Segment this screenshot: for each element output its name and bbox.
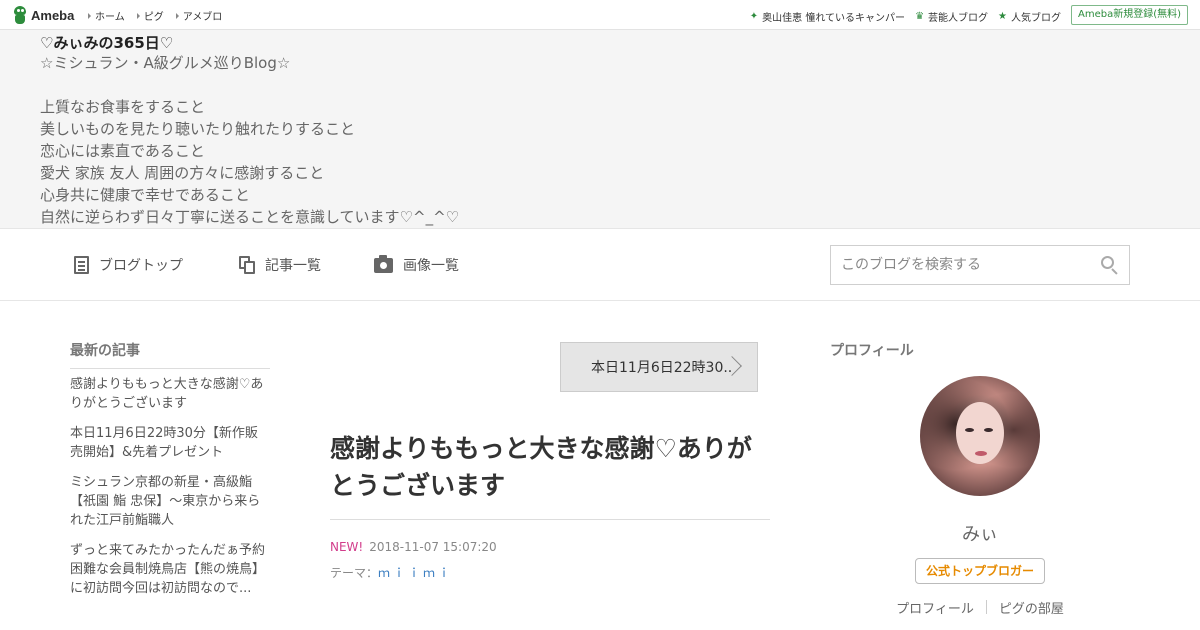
star-icon: ★	[998, 11, 1007, 22]
recent-entry-link[interactable]: 本日11月6日22時30分【新作販売開始】&先着プレゼント	[70, 424, 270, 462]
ameba-logo-text: Ameba	[31, 7, 75, 23]
entry-title[interactable]: 感謝よりももっと大きな感謝♡ありがとうございます	[330, 430, 770, 504]
nav-ameblo-link[interactable]: アメブロ	[175, 8, 223, 23]
nav-entry-list[interactable]: 記事一覧	[239, 255, 321, 275]
nav-image-list[interactable]: 画像一覧	[374, 254, 459, 275]
triangle-right-icon	[175, 12, 179, 19]
blog-header: ♡みぃみの365日♡ ☆ミシュラン・A級グルメ巡りBlog☆ 上質なお食事をする…	[0, 30, 1200, 228]
triangle-right-icon	[136, 12, 140, 19]
crown-icon: ♛	[915, 11, 925, 22]
featured-link-popular-blog[interactable]: ★ 人気ブログ	[998, 9, 1061, 24]
entry-theme-prefix: テーマ：	[330, 566, 379, 580]
featured-links: ✦ 奥山佳恵 憧れているキャンパー ♛ 芸能人ブログ ★ 人気ブログ	[750, 9, 1061, 24]
nav-entry-list-label: 記事一覧	[265, 258, 321, 274]
profile-links: プロフィール ピグの部屋	[830, 598, 1130, 617]
blog-search	[830, 245, 1130, 285]
ameba-mascot-icon	[12, 6, 28, 24]
entry-theme-link[interactable]: ｍｉｉｍｉ	[378, 566, 453, 580]
nav-image-list-label: 画像一覧	[403, 258, 459, 274]
featured-link-camper[interactable]: ✦ 奥山佳恵 憧れているキャンパー	[750, 9, 905, 24]
recent-entry-link[interactable]: ずっと来てみたかったんだぁ予約困難な会員制焼鳥店【熊の焼鳥】に初訪問今回は初訪問…	[70, 541, 270, 598]
recent-entries: 最新の記事 感謝よりももっと大きな感謝♡ありがとうございます 本日11月6日22…	[70, 340, 270, 609]
new-badge: NEW!	[330, 540, 364, 554]
featured-link-camper-label: 奥山佳恵 憧れているキャンパー	[762, 13, 906, 24]
official-top-blogger-badge[interactable]: 公式トップブロガー	[915, 558, 1045, 584]
nav-blog-top-label: ブログトップ	[99, 258, 183, 274]
document-icon	[74, 256, 89, 274]
nav-ameblo-label: アメブロ	[182, 12, 223, 23]
profile-heading: プロフィール	[830, 343, 914, 359]
blog-description: ☆ミシュラン・A級グルメ巡りBlog☆ 上質なお食事をすること 美しいものを見た…	[40, 54, 460, 226]
featured-link-celebrity-blog[interactable]: ♛ 芸能人ブログ	[915, 9, 988, 24]
nav-pigg-link[interactable]: ピグ	[136, 8, 164, 23]
next-entry-label: 本日11月6日22時30...	[591, 360, 731, 376]
search-input[interactable]	[831, 246, 1091, 284]
link-separator	[985, 600, 987, 614]
blog-nav: ブログトップ 記事一覧 画像一覧	[0, 228, 1200, 301]
triangle-right-icon	[88, 12, 91, 19]
nav-home-label: ホーム	[95, 12, 125, 23]
pigg-room-link[interactable]: ピグの部屋	[999, 598, 1064, 617]
copy-icon	[239, 256, 255, 274]
search-icon[interactable]	[1101, 256, 1119, 275]
entry-meta: NEW! 2018-11-07 15:07:20	[330, 540, 497, 554]
recent-entries-heading: 最新の記事	[70, 340, 270, 369]
entry-theme: テーマ：ｍｉｉｍｉ	[330, 564, 453, 581]
profile-link[interactable]: プロフィール	[896, 598, 974, 617]
nav-pigg-label: ピグ	[143, 12, 164, 23]
blog-title[interactable]: ♡みぃみの365日♡	[40, 32, 173, 53]
camera-icon	[374, 254, 393, 273]
avatar[interactable]	[920, 376, 1040, 496]
recent-entries-list: 感謝よりももっと大きな感謝♡ありがとうございます 本日11月6日22時30分【新…	[70, 375, 270, 598]
register-button[interactable]: Ameba新規登録(無料)	[1070, 5, 1188, 25]
featured-link-popular-label: 人気ブログ	[1011, 13, 1061, 24]
global-nav: ホーム ピグ アメブロ	[88, 8, 222, 23]
profile-panel: プロフィール みぃ 公式トップブロガー プロフィール ピグの部屋	[830, 340, 1130, 617]
entry-divider	[330, 519, 770, 520]
global-header: Ameba ホーム ピグ アメブロ ✦ 奥山佳恵 憧れているキャンパー ♛ 芸能人ブ…	[0, 0, 1200, 30]
ameba-logo[interactable]: Ameba	[12, 6, 74, 24]
recent-entry-link[interactable]: 感謝よりももっと大きな感謝♡ありがとうございます	[70, 375, 270, 413]
profile-name[interactable]: みぃ	[830, 520, 1130, 546]
next-entry-button[interactable]: 本日11月6日22時30...	[560, 342, 758, 392]
nav-home-link[interactable]: ホーム	[88, 8, 125, 23]
featured-link-celebrity-label: 芸能人ブログ	[928, 13, 989, 24]
nav-blog-top[interactable]: ブログトップ	[74, 255, 183, 275]
clover-icon: ✦	[749, 11, 759, 22]
entry-datetime: 2018-11-07 15:07:20	[369, 540, 497, 554]
recent-entry-link[interactable]: ミシュラン京都の新星・高級鮨【祇園 鮨 忠保】〜東京から来られた江戸前鮨職人	[70, 473, 270, 530]
